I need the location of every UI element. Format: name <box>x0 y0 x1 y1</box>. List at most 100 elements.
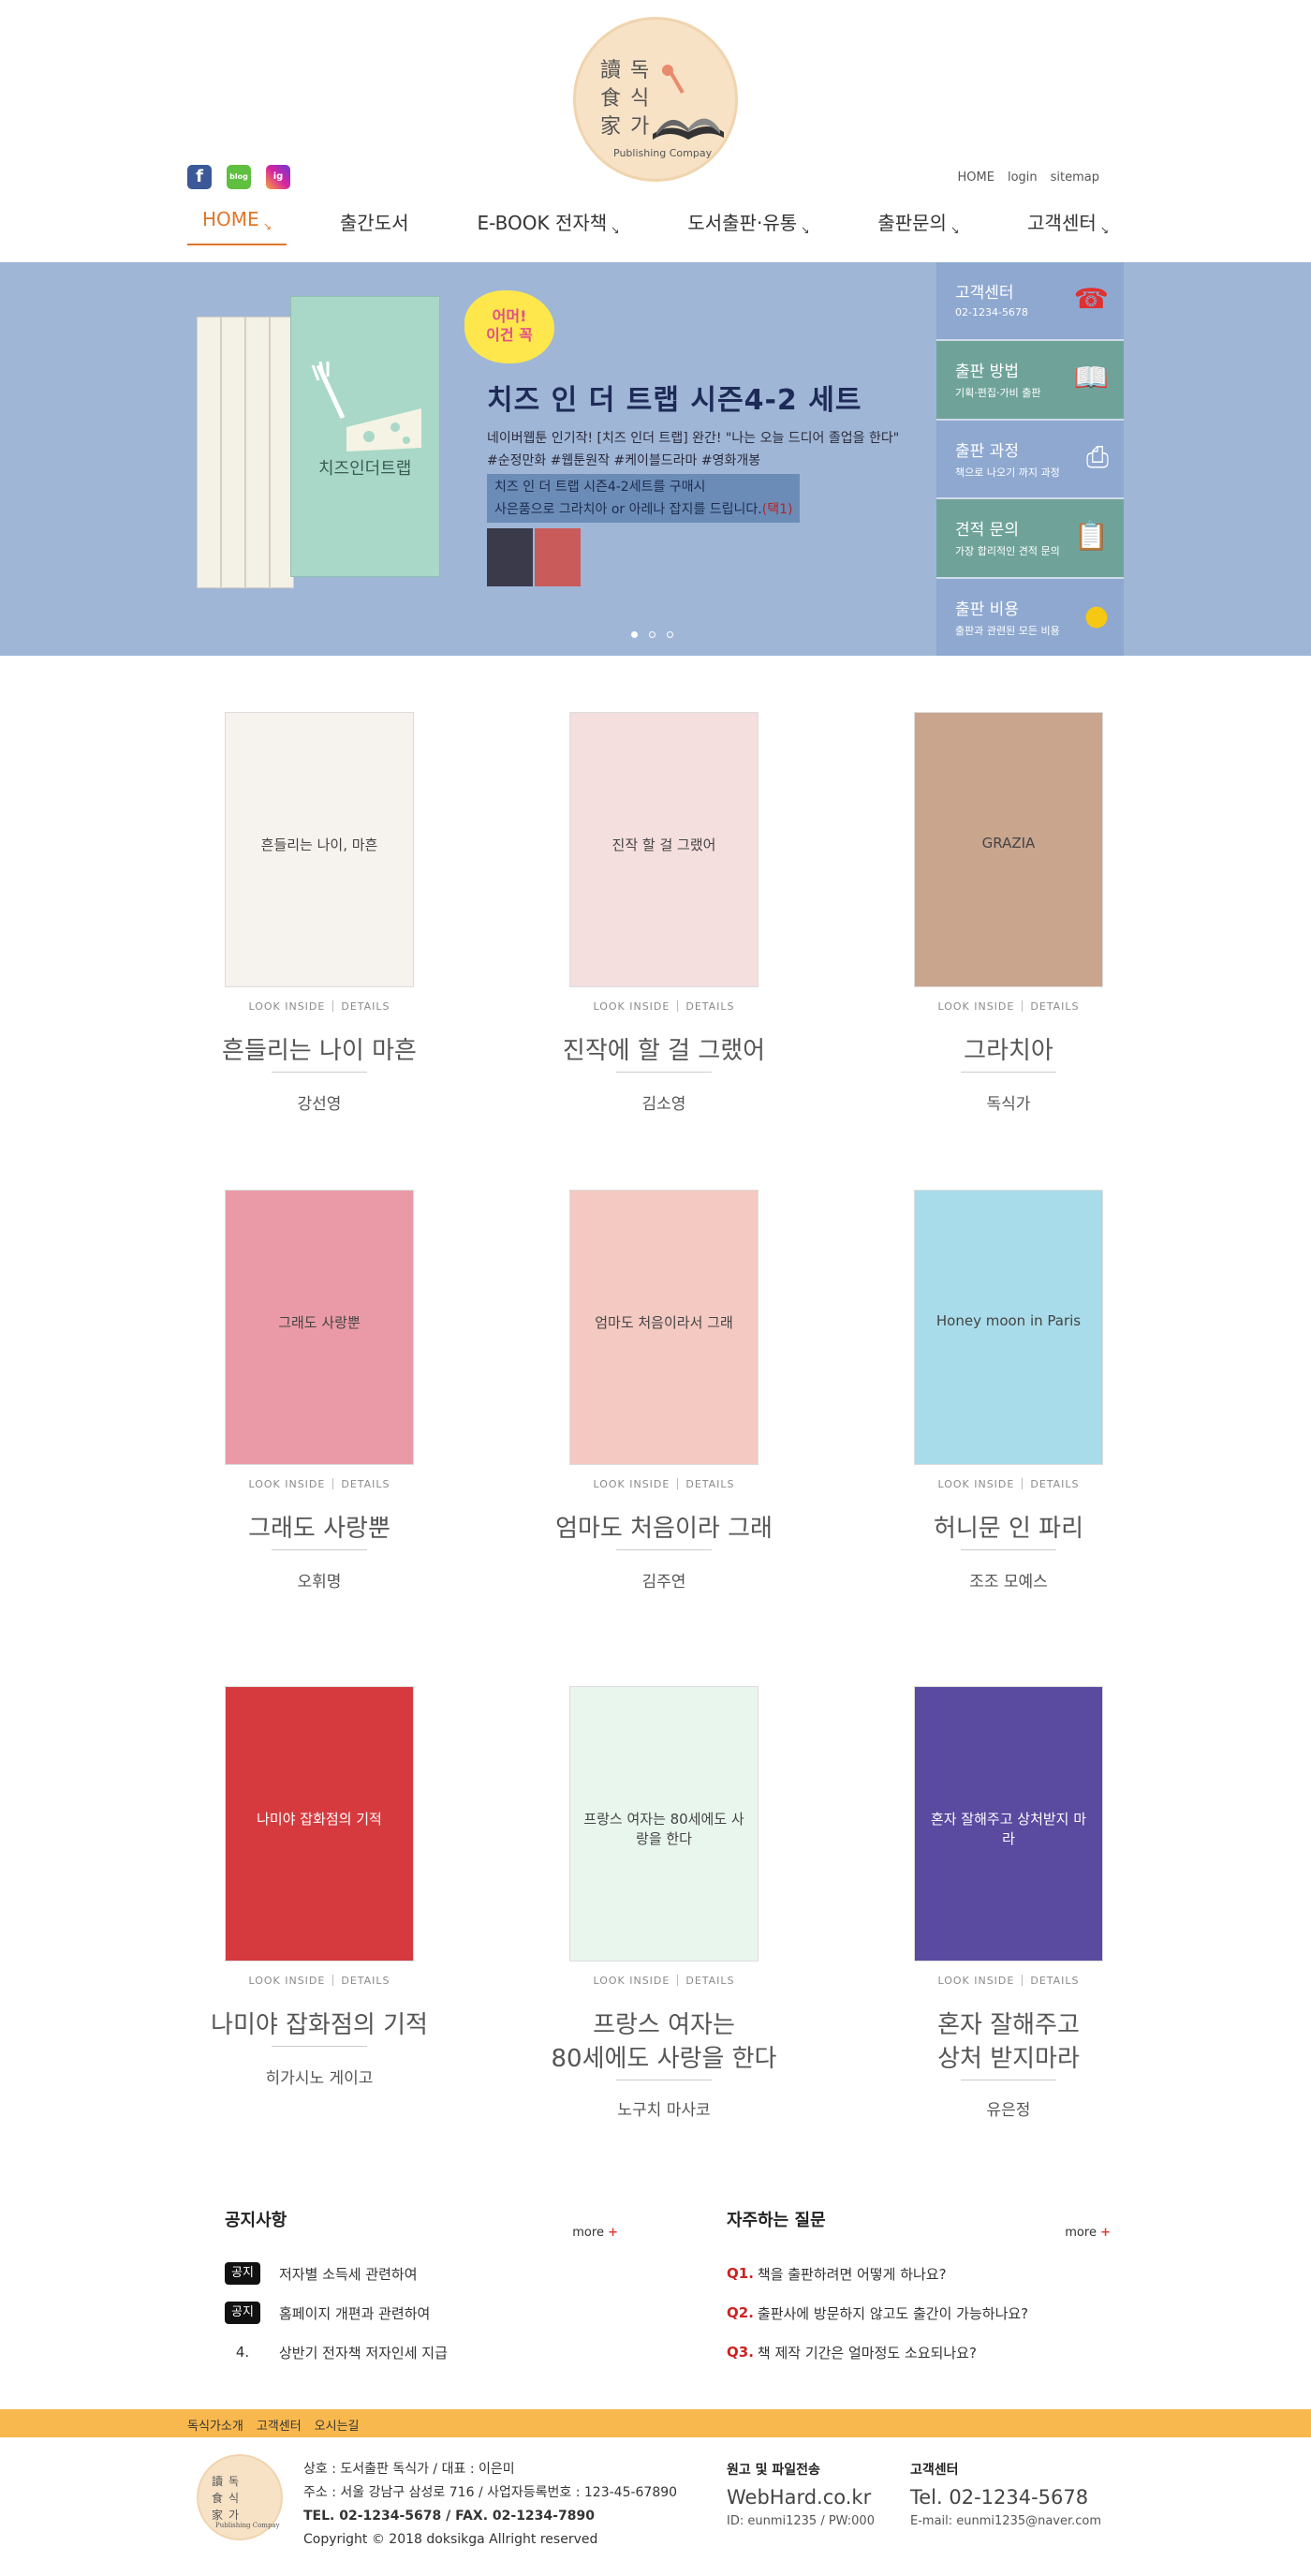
sns-links: f blog ig <box>187 165 290 189</box>
login-link[interactable]: login <box>1008 170 1038 185</box>
banner-highlight-line1: 치즈 인 더 트랩 시즌4-2세트를 구매시 <box>494 480 706 495</box>
look-inside-link[interactable]: LOOK INSIDE <box>937 1000 1014 1013</box>
faq-more-label: more <box>1065 2226 1097 2240</box>
faq-more-link[interactable]: more + <box>1065 2226 1111 2240</box>
book-title[interactable]: 흔들리는 나이 마흔 <box>122 1034 517 1068</box>
sitemap-link[interactable]: sitemap <box>1051 170 1099 185</box>
details-link[interactable]: DETAILS <box>685 1000 734 1013</box>
notice-item[interactable]: 공지 저자별 소득세 관련하여 <box>225 2254 618 2293</box>
details-link[interactable]: DETAILS <box>341 1975 390 1987</box>
look-inside-link[interactable]: LOOK INSIDE <box>593 1000 670 1013</box>
book-title[interactable]: 프랑스 여자는 80세에도 사랑을 한다 <box>466 2008 862 2076</box>
facebook-icon[interactable]: f <box>187 165 212 189</box>
details-link[interactable]: DETAILS <box>1030 1975 1079 1987</box>
faq-q: Q2. <box>727 2304 754 2321</box>
look-inside-link[interactable]: LOOK INSIDE <box>593 1975 670 1987</box>
banner-book-set[interactable]: 치즈인더트랩 <box>197 296 440 605</box>
faq-text: 책 제작 기간은 얼마정도 소요되나요? <box>757 2344 977 2361</box>
details-link[interactable]: DETAILS <box>341 1000 390 1013</box>
look-inside-link[interactable]: LOOK INSIDE <box>248 1000 325 1013</box>
look-inside-link[interactable]: LOOK INSIDE <box>937 1478 1014 1490</box>
webhard-link[interactable]: WebHard.co.kr <box>727 2486 875 2509</box>
book-cover[interactable]: 혼자 잘해주고 상처받지 마라 <box>914 1686 1103 1962</box>
footer-link-support[interactable]: 고객센터 <box>257 2416 302 2434</box>
book-cover-title: GRAZIA <box>981 835 1036 851</box>
book-cover[interactable]: 나미야 잡화점의 기적 <box>225 1686 414 1962</box>
nav-home[interactable]: HOME ↘ <box>187 208 287 245</box>
nav-support-label: 고객센터 <box>1027 212 1097 234</box>
arrow-icon: ↘ <box>801 224 810 236</box>
notice-tag: 공지 <box>225 2302 260 2324</box>
notice-more-link[interactable]: more + <box>572 2226 618 2240</box>
home-link[interactable]: HOME <box>958 170 994 185</box>
logo-hangul: 독식가 <box>630 59 650 139</box>
book-title[interactable]: 허니문 인 파리 <box>811 1512 1206 1546</box>
book-cover-title: 프랑스 여자는 80세에도 사랑을 한다 <box>583 1811 744 1847</box>
faq-text: 출판사에 방문하지 않고도 출간이 가능하나요? <box>757 2304 1029 2322</box>
book-cover-title: 흔들리는 나이, 마흔 <box>260 836 378 853</box>
look-inside-link[interactable]: LOOK INSIDE <box>937 1975 1014 1987</box>
book-title[interactable]: 엄마도 처음이라 그래 <box>466 1512 862 1546</box>
book-cover[interactable]: 프랑스 여자는 80세에도 사랑을 한다 <box>569 1686 759 1962</box>
support-email[interactable]: E-mail: eunmi1235@naver.com <box>910 2514 1101 2528</box>
nav-support[interactable]: 고객센터 ↘ <box>1012 208 1124 245</box>
banner-highlight-choose: (택1) <box>761 502 793 517</box>
book-cover[interactable]: 진작 할 걸 그랬어 <box>569 712 759 987</box>
quick-method[interactable]: 출판 방법 기획·편집·가비 출판 📖 <box>936 341 1124 421</box>
book-cover-title: 그래도 사랑뿐 <box>278 1314 361 1331</box>
book-title[interactable]: 나미야 잡화점의 기적 <box>122 2008 517 2042</box>
quick-estimate[interactable]: 견적 문의 가장 합리적인 견적 문의 📋 <box>936 499 1124 579</box>
notice-item[interactable]: 공지 홈페이지 개편과 관련하여 <box>225 2293 618 2332</box>
arrow-icon: ↘ <box>1099 224 1109 236</box>
book-title[interactable]: 그래도 사랑뿐 <box>122 1512 517 1546</box>
nav-inquiry[interactable]: 출판문의 ↘ <box>862 208 974 245</box>
slider-dot-3[interactable] <box>667 631 673 638</box>
slider-dot-1[interactable] <box>631 631 638 638</box>
book-cover[interactable]: GRAZIA <box>914 712 1103 987</box>
details-link[interactable]: DETAILS <box>685 1975 734 1987</box>
faq-text: 책을 출판하려면 어떻게 하나요? <box>757 2265 947 2283</box>
faq-q: Q3. <box>727 2344 754 2361</box>
book-actions: LOOK INSIDE DETAILS <box>122 1975 517 1987</box>
look-inside-link[interactable]: LOOK INSIDE <box>593 1478 670 1490</box>
nav-publishing[interactable]: 도서출판·유통 ↘ <box>672 208 824 245</box>
magazine-thumbnails[interactable] <box>487 528 581 586</box>
instagram-icon[interactable]: ig <box>266 165 290 189</box>
notice-number: 4. <box>235 2344 250 2361</box>
book-title[interactable]: 혼자 잘해주고 상처 받지마라 <box>811 2008 1206 2076</box>
blog-icon[interactable]: blog <box>227 165 251 189</box>
slider-dot-2[interactable] <box>649 631 656 638</box>
arrow-icon: ↘ <box>950 224 960 236</box>
footer-bar: 독식가소개 고객센터 오시는길 <box>0 2409 1311 2437</box>
notice-board: 공지사항 more + 공지 저자별 소득세 관련하여 공지 홈페이지 개편과 관련… <box>225 2207 618 2372</box>
faq-item[interactable]: Q1. 책을 출판하려면 어떻게 하나요? <box>727 2254 1111 2293</box>
banner-title[interactable]: 치즈 인 더 트랩 시즌4-2 세트 <box>487 377 862 418</box>
book-cover[interactable]: 흔들리는 나이, 마흔 <box>225 712 414 987</box>
site-logo[interactable]: 讀食家 독식가 Publishing Compay <box>573 17 738 182</box>
book-cover[interactable]: Honey moon in Paris <box>914 1190 1103 1465</box>
book-cover-title: 혼자 잘해주고 상처받지 마라 <box>930 1811 1087 1847</box>
notice-item[interactable]: 4. 상반기 전자책 저자인세 지급 <box>225 2332 618 2372</box>
look-inside-link[interactable]: LOOK INSIDE <box>248 1478 325 1490</box>
quick-support[interactable]: 고객센터 02-1234-5678 ☎ <box>936 262 1124 342</box>
quick-cost[interactable]: 출판 비용 출판과 관련된 모든 비용 ● <box>936 578 1124 657</box>
faq-item[interactable]: Q2. 출판사에 방문하지 않고도 출간이 가능하나요? <box>727 2293 1111 2332</box>
book-title[interactable]: 그라치아 <box>811 1034 1206 1068</box>
details-link[interactable]: DETAILS <box>1030 1000 1079 1013</box>
details-link[interactable]: DETAILS <box>341 1478 390 1490</box>
book-actions: LOOK INSIDE DETAILS <box>466 1975 862 1987</box>
footer-link-about[interactable]: 독식가소개 <box>187 2416 243 2434</box>
book-actions: LOOK INSIDE DETAILS <box>122 1000 517 1013</box>
faq-item[interactable]: Q3. 책 제작 기간은 얼마정도 소요되나요? <box>727 2332 1111 2372</box>
quick-process[interactable]: 출판 과정 책으로 나오기 까지 과정 ⎙ <box>936 420 1124 500</box>
upload-credentials: ID: eunmi1235 / PW:000 <box>727 2514 875 2528</box>
book-cover[interactable]: 그래도 사랑뿐 <box>225 1190 414 1465</box>
nav-books[interactable]: 출간도서 <box>325 208 424 245</box>
details-link[interactable]: DETAILS <box>685 1478 734 1490</box>
nav-ebook[interactable]: E-BOOK 전자책 ↘ <box>462 208 634 245</box>
look-inside-link[interactable]: LOOK INSIDE <box>248 1975 325 1987</box>
footer-link-location[interactable]: 오시는길 <box>315 2416 360 2434</box>
details-link[interactable]: DETAILS <box>1030 1478 1079 1490</box>
book-cover[interactable]: 엄마도 처음이라서 그래 <box>569 1190 759 1465</box>
book-title[interactable]: 진작에 할 걸 그랬어 <box>466 1034 862 1068</box>
